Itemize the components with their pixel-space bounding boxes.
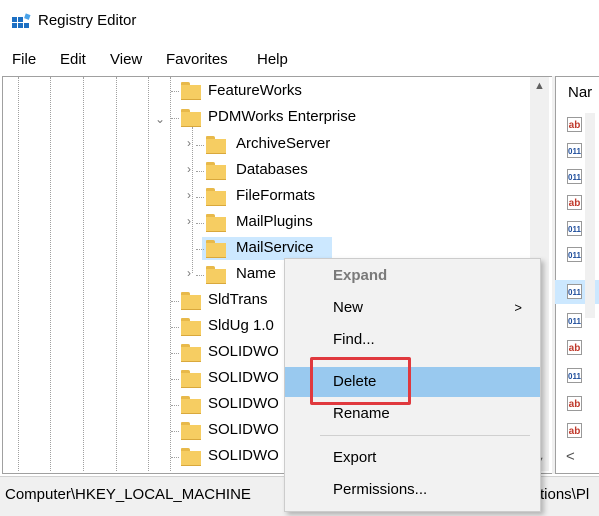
- menu-view[interactable]: View: [110, 51, 142, 68]
- string-value-icon[interactable]: ab: [567, 340, 582, 355]
- binary-value-icon[interactable]: 011: [567, 247, 582, 262]
- chevron-right-icon[interactable]: ›: [187, 162, 191, 176]
- binary-value-icon[interactable]: 011: [567, 221, 582, 236]
- menu-item-new[interactable]: New >: [285, 293, 540, 323]
- tree-node-solidworks[interactable]: SOLIDWO: [208, 421, 279, 438]
- registry-editor-icon: [12, 13, 32, 29]
- tree-branch-line: [171, 301, 179, 302]
- folder-icon: [181, 448, 201, 466]
- submenu-arrow-icon: >: [514, 300, 522, 315]
- folder-icon: [181, 82, 201, 100]
- menu-separator: [320, 435, 530, 436]
- menu-file[interactable]: File: [12, 51, 36, 68]
- tree-branch-line: [171, 405, 179, 406]
- list-scrollbar[interactable]: [585, 113, 595, 318]
- tree-guide-line: [50, 77, 51, 471]
- folder-icon: [206, 162, 226, 180]
- window-title: Registry Editor: [38, 12, 137, 29]
- tree-guide-line: [148, 77, 149, 471]
- folder-icon: [181, 344, 201, 362]
- tree-branch-line: [196, 197, 204, 198]
- binary-value-icon[interactable]: 011: [567, 284, 582, 299]
- folder-icon: [181, 370, 201, 388]
- folder-icon: [181, 318, 201, 336]
- tree-branch-line: [171, 431, 179, 432]
- menu-item-expand[interactable]: Expand: [285, 261, 540, 291]
- tree-branch-line: [171, 91, 179, 92]
- tree-node-sldug[interactable]: SldUg 1.0: [208, 317, 274, 334]
- column-header-name[interactable]: Nar: [568, 84, 592, 101]
- string-value-icon[interactable]: ab: [567, 117, 582, 132]
- tree-branch-line: [196, 275, 204, 276]
- string-value-icon[interactable]: ab: [567, 423, 582, 438]
- menu-favorites[interactable]: Favorites: [166, 51, 228, 68]
- tree-branch-line: [196, 171, 204, 172]
- chevron-down-icon[interactable]: ⌄: [155, 112, 165, 126]
- tree-guide-line: [116, 77, 117, 471]
- tree-node-databases[interactable]: Databases: [236, 161, 308, 178]
- tree-node-solidworks[interactable]: SOLIDWO: [208, 447, 279, 464]
- folder-icon: [181, 396, 201, 414]
- status-path-left: Computer\HKEY_LOCAL_MACHINE: [5, 486, 251, 503]
- binary-value-icon[interactable]: 011: [567, 368, 582, 383]
- menu-bar: File Edit View Favorites Help: [0, 46, 599, 72]
- menu-item-label: Rename: [333, 405, 390, 422]
- tree-node-solidworks[interactable]: SOLIDWO: [208, 343, 279, 360]
- binary-value-icon[interactable]: 011: [567, 169, 582, 184]
- menu-item-find[interactable]: Find...: [285, 325, 540, 355]
- folder-icon: [206, 266, 226, 284]
- string-value-icon[interactable]: ab: [567, 396, 582, 411]
- menu-item-label: Export: [333, 449, 377, 466]
- tree-branch-line: [171, 118, 179, 119]
- chevron-right-icon[interactable]: ›: [187, 214, 191, 228]
- scroll-up-arrow-icon[interactable]: ▲: [530, 80, 549, 96]
- tree-node-sldtrans[interactable]: SldTrans: [208, 291, 267, 308]
- tree-node-pdmworks-enterprise[interactable]: PDMWorks Enterprise: [208, 108, 356, 125]
- chevron-right-icon[interactable]: ›: [187, 136, 191, 150]
- tree-node-archiveserver[interactable]: ArchiveServer: [236, 135, 330, 152]
- tree-branch-line: [171, 379, 179, 380]
- tree-guide-line: [170, 77, 171, 471]
- tree-guide-line: [18, 77, 19, 471]
- folder-icon: [206, 214, 226, 232]
- folder-icon: [181, 292, 201, 310]
- tree-guide-line: [83, 77, 84, 471]
- tree-branch-line: [171, 327, 179, 328]
- folder-icon: [206, 188, 226, 206]
- binary-value-icon[interactable]: 011: [567, 313, 582, 328]
- status-path-right: tions\Pl: [540, 486, 590, 503]
- folder-icon: [181, 109, 201, 127]
- tree-branch-line: [196, 249, 204, 250]
- scroll-left-arrow-icon[interactable]: <: [566, 448, 575, 465]
- tree-node-featureworks[interactable]: FeatureWorks: [208, 82, 302, 99]
- menu-item-permissions[interactable]: Permissions...: [285, 475, 540, 505]
- folder-icon: [206, 240, 226, 258]
- tree-branch-line: [196, 223, 204, 224]
- menu-item-label: Find...: [333, 331, 375, 348]
- tree-branch-line: [196, 145, 204, 146]
- menu-help[interactable]: Help: [257, 51, 288, 68]
- tree-node-mailservice[interactable]: MailService: [236, 239, 314, 256]
- tree-node-solidworks[interactable]: SOLIDWO: [208, 369, 279, 386]
- folder-icon: [206, 136, 226, 154]
- menu-item-export[interactable]: Export: [285, 443, 540, 473]
- menu-item-label: New: [333, 299, 364, 316]
- string-value-icon[interactable]: ab: [567, 195, 582, 210]
- chevron-right-icon[interactable]: ›: [187, 266, 191, 280]
- tree-branch-line: [171, 353, 179, 354]
- tree-branch-line: [171, 457, 179, 458]
- binary-value-icon[interactable]: 011: [567, 143, 582, 158]
- annotation-highlight-box: [310, 357, 411, 405]
- menu-item-label: Expand: [333, 267, 388, 284]
- tree-node-mailplugins[interactable]: MailPlugins: [236, 213, 313, 230]
- menu-edit[interactable]: Edit: [60, 51, 86, 68]
- tree-node-name[interactable]: Name: [236, 265, 276, 282]
- menu-item-label: Permissions...: [333, 481, 428, 498]
- folder-icon: [181, 422, 201, 440]
- tree-node-solidworks[interactable]: SOLIDWO: [208, 395, 279, 412]
- tree-node-fileformats[interactable]: FileFormats: [236, 187, 315, 204]
- tree-guide-line: [192, 127, 193, 273]
- chevron-right-icon[interactable]: ›: [187, 188, 191, 202]
